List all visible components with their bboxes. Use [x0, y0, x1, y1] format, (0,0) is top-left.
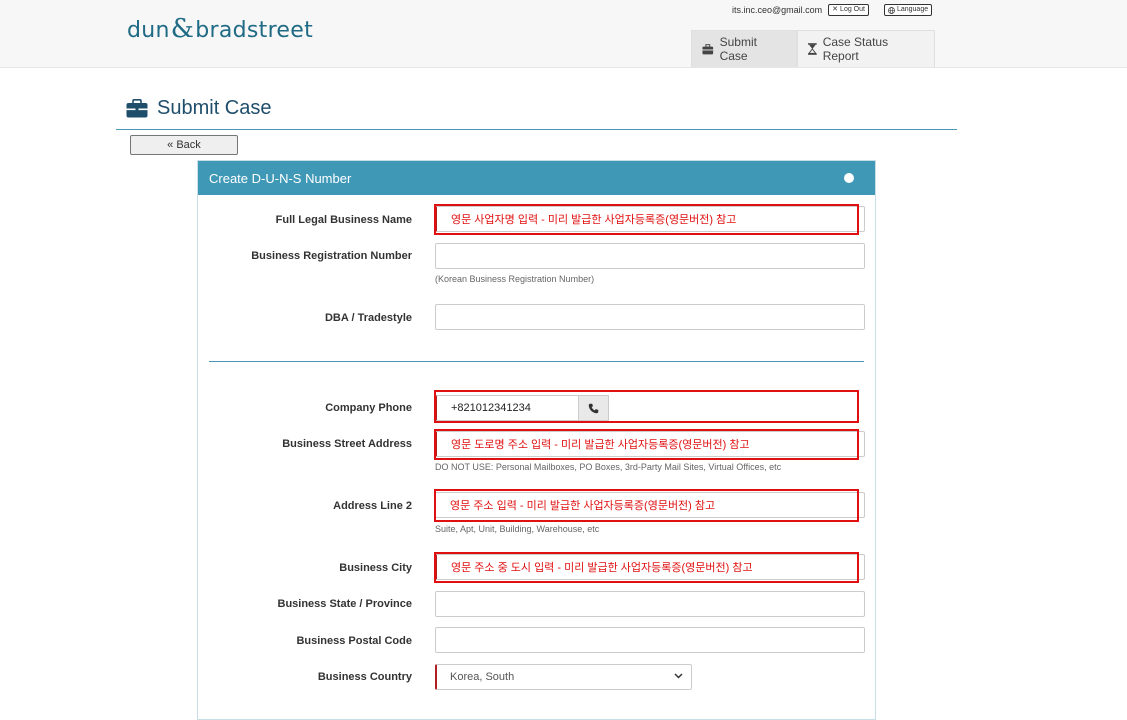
tab-label: Case Status Report [822, 35, 889, 63]
section-divider [209, 361, 864, 362]
language-button[interactable]: Language [883, 4, 933, 16]
phone-icon-button[interactable] [579, 395, 609, 421]
tab-case-status-report[interactable]: Case Status Report [797, 30, 935, 67]
country-value: Korea, South [450, 671, 515, 683]
state-input[interactable] [435, 591, 865, 617]
legal-name-label: Full Legal Business Name [275, 214, 412, 226]
tab-label: Submit Case [719, 35, 757, 63]
close-icon: ✕ [832, 6, 839, 13]
account-email: its.inc.ceo@gmail.com [732, 5, 823, 15]
create-duns-panel: Create D-U-N-S Number Full Legal Busines… [197, 160, 876, 720]
street-label: Business Street Address [282, 438, 412, 450]
back-button[interactable]: « Back [130, 135, 238, 155]
page-title-text: Submit Case [157, 97, 272, 119]
logo-ampersand: & [170, 14, 195, 44]
phone-input[interactable]: +821012341234 [435, 395, 579, 421]
phone-label: Company Phone [325, 402, 412, 414]
address2-label: Address Line 2 [333, 500, 412, 512]
panel-title: Create D-U-N-S Number [209, 170, 352, 186]
logo-text-bradstreet: bradstreet [195, 18, 314, 43]
panel-header: Create D-U-N-S Number [198, 161, 875, 195]
country-label: Business Country [317, 671, 412, 683]
globe-icon [888, 6, 895, 14]
account-bar: its.inc.ceo@gmail.com ✕ Log Out Language [732, 4, 933, 16]
postal-input[interactable] [435, 627, 865, 653]
phone-group: +821012341234 [435, 395, 609, 421]
tab-submit-case[interactable]: Submit Case [691, 30, 797, 67]
language-label: Language [896, 6, 929, 13]
street-help: DO NOT USE: Personal Mailboxes, PO Boxes… [435, 462, 782, 472]
postal-label: Business Postal Code [296, 635, 412, 647]
phone-icon [588, 403, 599, 413]
city-input[interactable]: 영문 주소 중 도시 입력 - 미리 발급한 사업자등록증(영문버전) 참고 [435, 554, 865, 580]
briefcase-icon [702, 43, 714, 54]
reg-number-help: (Korean Business Registration Number) [435, 274, 595, 284]
top-bar: dun&bradstreet its.inc.ceo@gmail.com ✕ L… [0, 0, 1127, 68]
reg-number-label: Business Registration Number [251, 250, 412, 262]
address2-help: Suite, Apt, Unit, Building, Warehouse, e… [435, 524, 600, 534]
reg-number-input[interactable] [435, 243, 865, 269]
legal-name-input[interactable]: 영문 사업자명 입력 - 미리 발급한 사업자등록증(영문버전) 참고 [435, 206, 865, 232]
state-label: Business State / Province [277, 598, 413, 610]
collapse-toggle[interactable] [844, 173, 854, 183]
city-label: Business City [339, 562, 412, 574]
briefcase-icon [126, 99, 148, 118]
logout-label: Log Out [840, 6, 865, 13]
title-divider [116, 129, 957, 130]
dba-label: DBA / Tradestyle [324, 312, 412, 324]
logo-text-dun: dun [127, 18, 170, 43]
dnb-logo[interactable]: dun&bradstreet [127, 14, 313, 44]
address2-input[interactable]: 영문 주소 입력 - 미리 발급한 사업자등록증(영문버전) 참고 [435, 492, 865, 518]
country-select[interactable]: Korea, South [435, 664, 692, 690]
dba-input[interactable] [435, 304, 865, 330]
hourglass-icon [808, 43, 817, 55]
street-input[interactable]: 영문 도로명 주소 입력 - 미리 발급한 사업자등록증(영문버전) 참고 [435, 431, 865, 457]
page-title: Submit Case [126, 97, 272, 120]
chevron-down-icon [674, 673, 683, 679]
logout-button[interactable]: ✕ Log Out [828, 4, 869, 16]
